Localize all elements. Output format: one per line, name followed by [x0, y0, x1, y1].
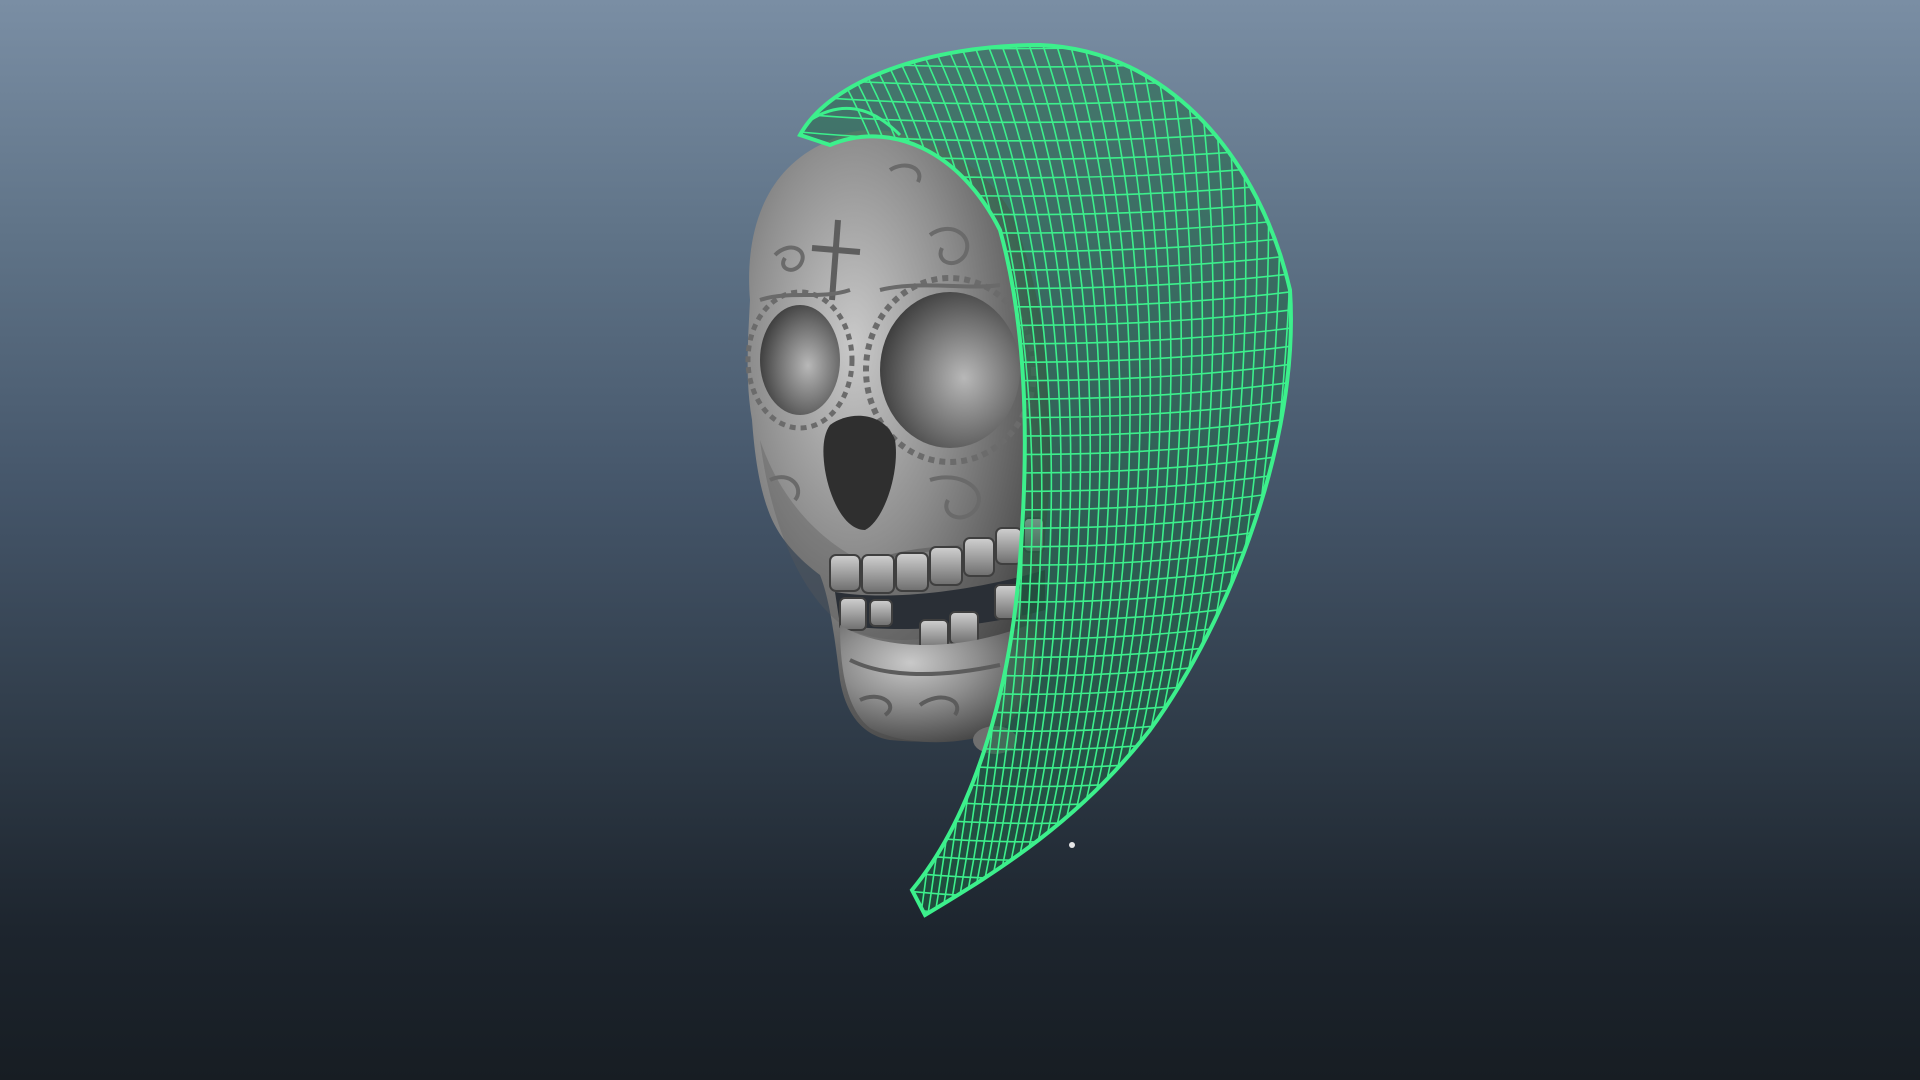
3d-viewport[interactable] [0, 0, 1920, 1080]
eye-socket-left [760, 305, 840, 415]
wire-line-horizontal [800, 863, 1291, 898]
pivot-marker[interactable] [1069, 842, 1075, 848]
wire-line-horizontal [800, 899, 1291, 915]
viewport-scene[interactable] [0, 0, 1920, 1080]
wire-line-horizontal [800, 881, 1291, 915]
wire-line-horizontal [800, 845, 1291, 880]
eye-socket-right [880, 292, 1020, 448]
